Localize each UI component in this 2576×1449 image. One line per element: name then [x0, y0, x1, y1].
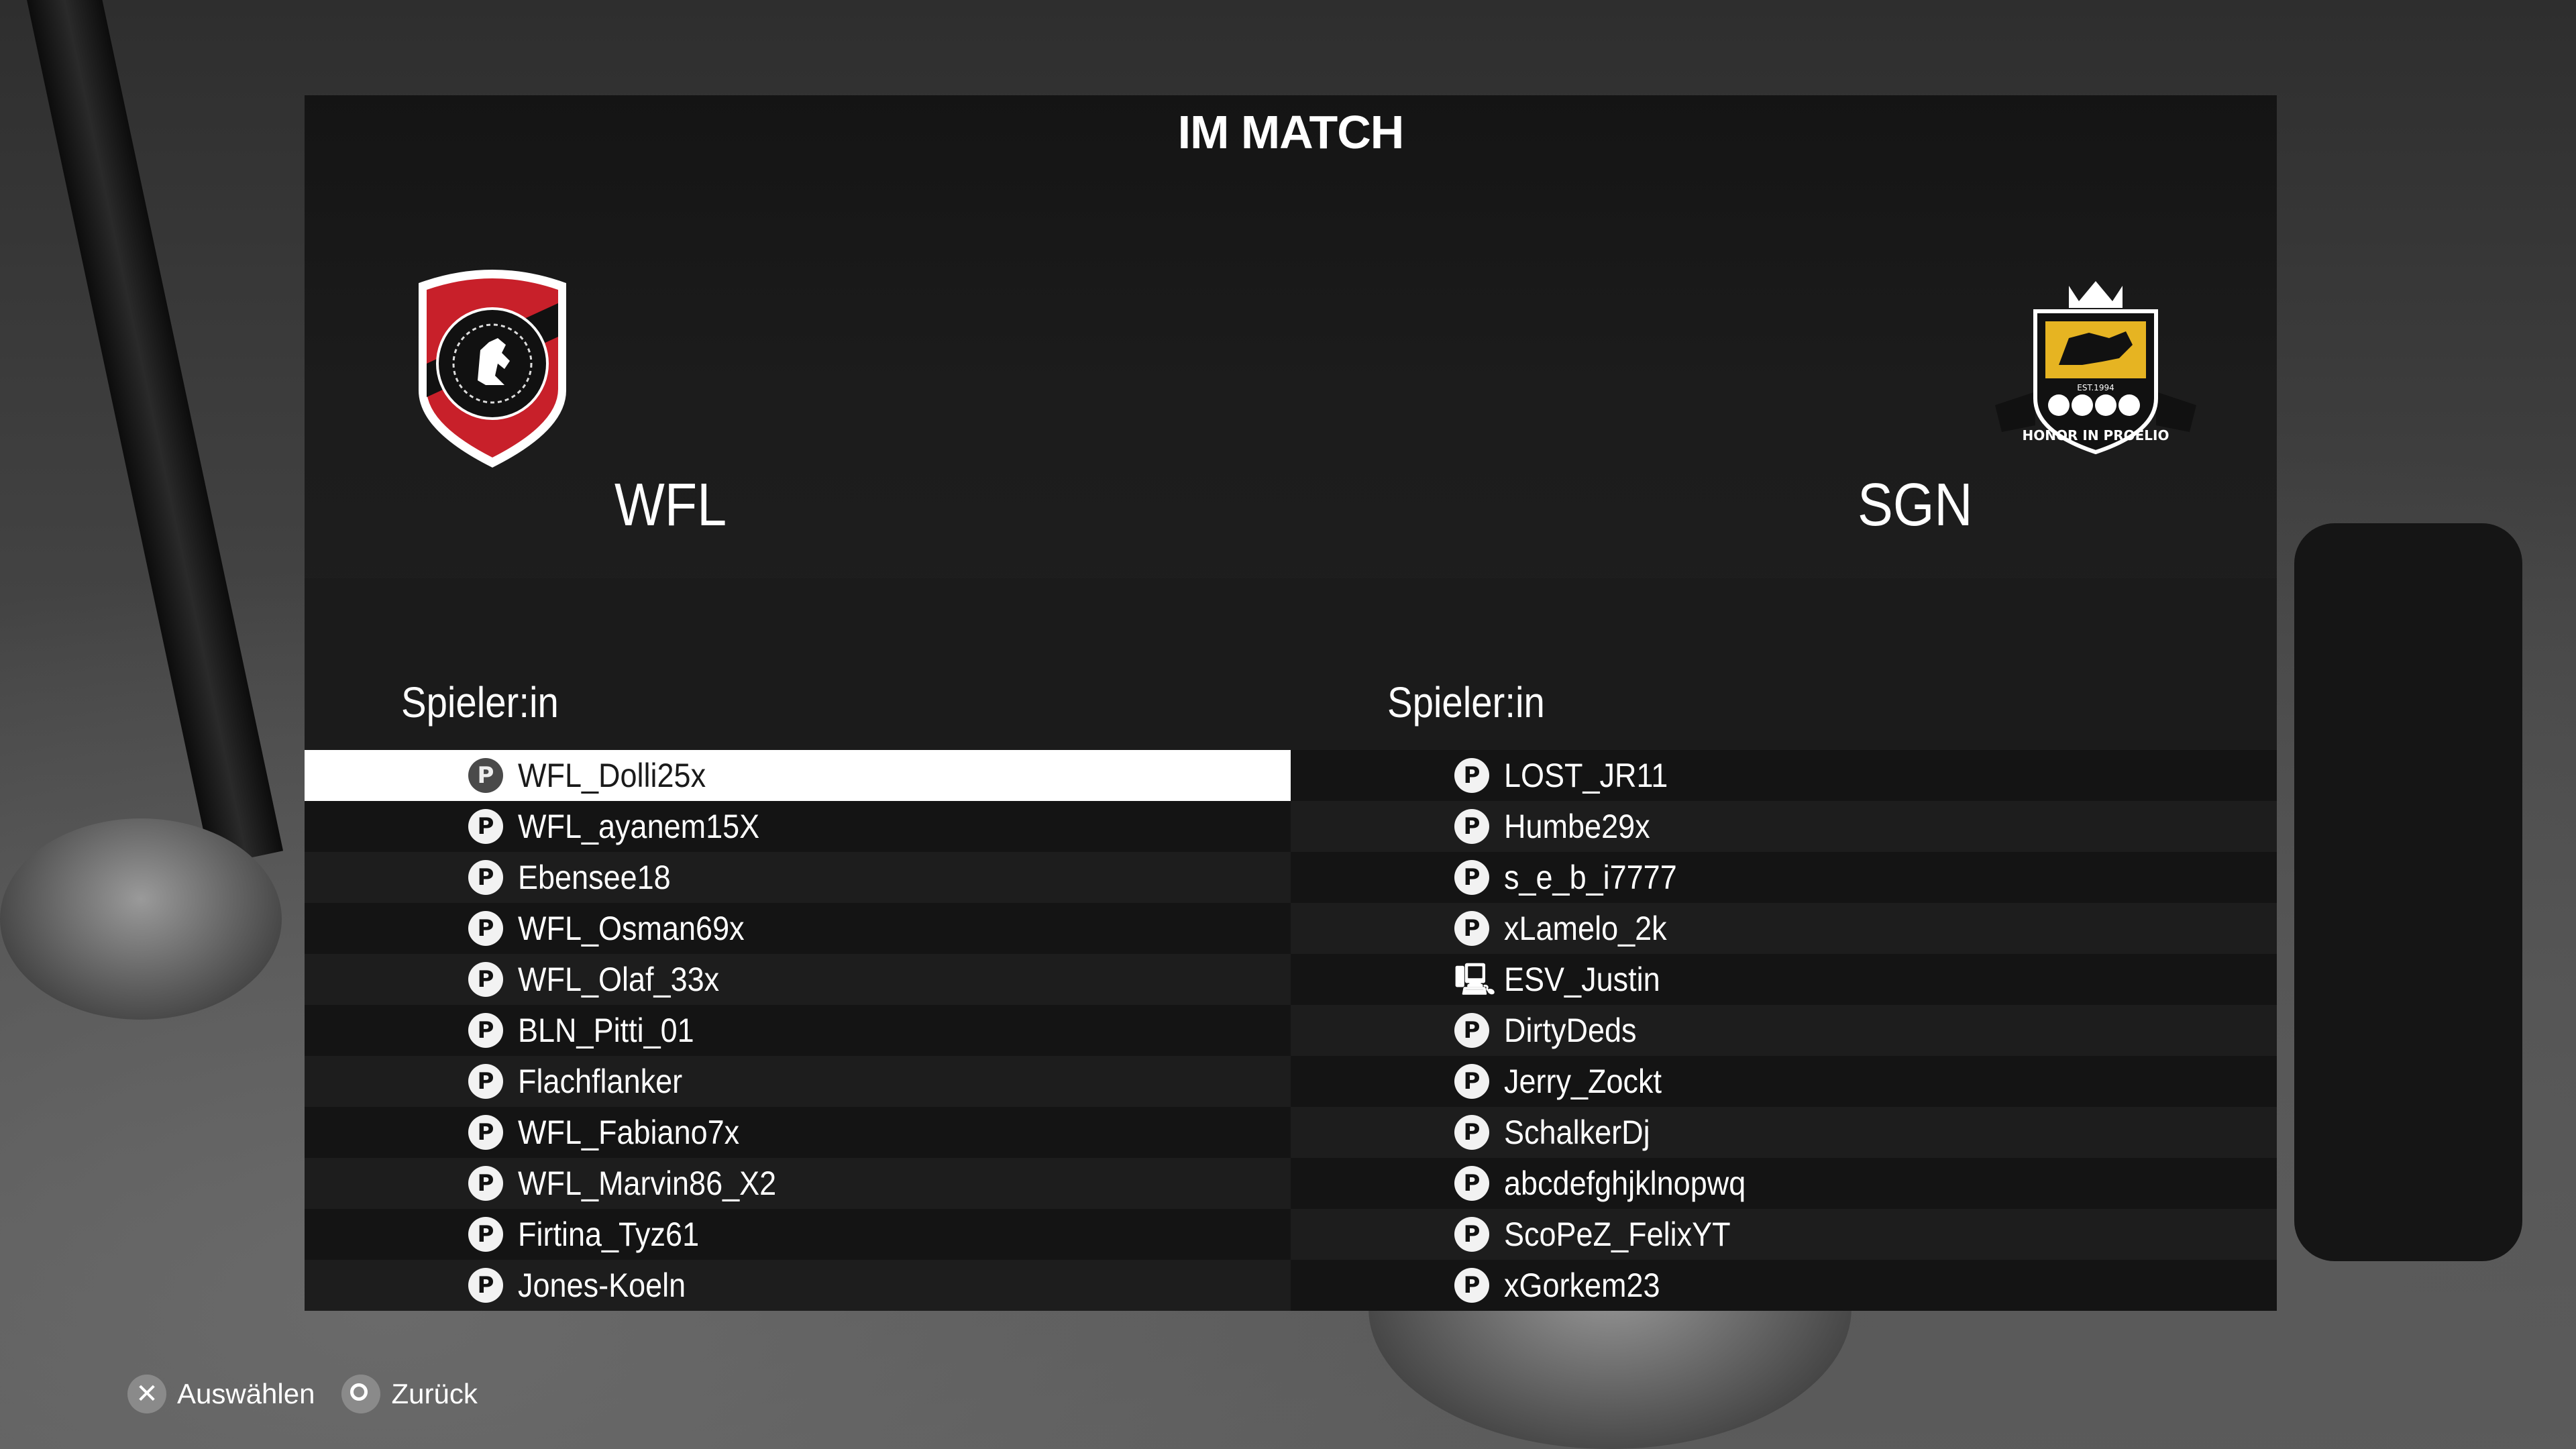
page-title: IM MATCH — [1177, 106, 1405, 158]
playstation-icon: P — [468, 1064, 503, 1099]
player-name: Jerry_Zockt — [1504, 1063, 1662, 1100]
player-name: WFL_Osman69x — [518, 910, 745, 947]
circle-button-icon — [341, 1375, 381, 1413]
playstation-icon: P — [1454, 1064, 1489, 1099]
away-crest-icon: EST.1994 HONOR IN PROELIO — [1995, 281, 2196, 455]
playstation-icon: P — [1454, 911, 1489, 946]
home-player-row[interactable]: P WFL_Olaf_33x — [305, 954, 1291, 1005]
playstation-icon: P — [468, 809, 503, 844]
player-name: Jones-Koeln — [518, 1267, 686, 1304]
playstation-icon: P — [1454, 860, 1489, 895]
player-name: WFL_Marvin86_X2 — [518, 1165, 777, 1202]
player-name: Ebensee18 — [518, 859, 671, 896]
player-name: abcdefghjklnopwq — [1504, 1165, 1746, 1202]
away-player-row[interactable]: 🖳 ESV_Justin — [1291, 954, 2277, 1005]
away-player-row[interactable]: Pabcdefghjklnopwq — [1291, 1158, 2277, 1209]
home-player-list: P WFL_Dolli25x P WFL_ayanem15X P Ebensee18 … — [305, 750, 1291, 1311]
player-name: Humbe29x — [1504, 808, 1650, 845]
player-name: s_e_b_i7777 — [1504, 859, 1677, 896]
home-player-row[interactable]: P WFL_Osman69x — [305, 903, 1291, 954]
player-name: WFL_Dolli25x — [518, 757, 706, 794]
back-hint[interactable]: Zurück — [341, 1375, 478, 1413]
pc-icon: 🖳 — [1454, 961, 1496, 998]
home-crest-icon — [419, 270, 566, 468]
playstation-icon: P — [468, 1268, 503, 1303]
bg-bag — [2294, 523, 2522, 1261]
home-player-row[interactable]: P Firtina_Tyz61 — [305, 1209, 1291, 1260]
playstation-icon: P — [468, 1115, 503, 1150]
playstation-icon: P — [468, 911, 503, 946]
away-player-row[interactable]: Ps_e_b_i7777 — [1291, 852, 2277, 903]
home-player-row[interactable]: P WFL_Fabiano7x — [305, 1107, 1291, 1158]
playstation-icon: P — [1454, 1268, 1489, 1303]
playstation-icon: P — [468, 860, 503, 895]
away-player-row[interactable]: P Jerry_Zockt — [1291, 1056, 2277, 1107]
away-player-row[interactable]: P LOST_JR11 — [1291, 750, 2277, 801]
home-player-row[interactable]: P Ebensee18 — [305, 852, 1291, 903]
player-name: Firtina_Tyz61 — [518, 1216, 700, 1253]
home-player-row[interactable]: P Flachflanker — [305, 1056, 1291, 1107]
playstation-icon: P — [468, 1166, 503, 1201]
playstation-icon: P — [468, 962, 503, 997]
home-column-header: Spieler:in — [401, 678, 559, 727]
player-name: BLN_Pitti_01 — [518, 1012, 694, 1049]
home-player-row[interactable]: P WFL_Marvin86_X2 — [305, 1158, 1291, 1209]
player-name: Flachflanker — [518, 1063, 683, 1100]
away-team-name: SGN — [1858, 472, 1973, 539]
playstation-icon: P — [1454, 1166, 1489, 1201]
away-player-row[interactable]: PxLamelo_2k — [1291, 903, 2277, 954]
playstation-icon: P — [468, 758, 503, 793]
player-name: LOST_JR11 — [1504, 757, 1668, 794]
player-name: SchalkerDj — [1504, 1114, 1650, 1151]
away-player-list: P LOST_JR11 P Humbe29x Ps_e_b_i7777 PxLame… — [1291, 750, 2277, 1311]
player-name: ScoPeZ_FelixYT — [1504, 1216, 1731, 1253]
player-name: DirtyDeds — [1504, 1012, 1637, 1049]
away-player-row[interactable]: PxGorkem23 — [1291, 1260, 2277, 1311]
back-hint-label: Zurück — [391, 1378, 478, 1409]
player-name: xLamelo_2k — [1504, 910, 1667, 947]
button-hints: ✕ Auswählen Zurück — [127, 1368, 504, 1419]
home-player-row[interactable]: P WFL_Dolli25x — [305, 750, 1291, 801]
select-hint[interactable]: ✕ Auswählen — [127, 1375, 315, 1413]
away-player-row[interactable]: P DirtyDeds — [1291, 1005, 2277, 1056]
home-team-name: WFL — [614, 472, 727, 539]
playstation-icon: P — [1454, 1217, 1489, 1252]
away-player-row[interactable]: P SchalkerDj — [1291, 1107, 2277, 1158]
playstation-icon: P — [1454, 1013, 1489, 1048]
bg-pole-left — [27, 0, 284, 867]
bg-base-left — [0, 818, 282, 1020]
player-name: WFL_Fabiano7x — [518, 1114, 740, 1151]
cross-button-icon: ✕ — [127, 1375, 166, 1413]
playstation-icon: P — [1454, 758, 1489, 793]
select-hint-label: Auswählen — [177, 1378, 315, 1409]
home-player-row[interactable]: P WFL_ayanem15X — [305, 801, 1291, 852]
playstation-icon: P — [468, 1217, 503, 1252]
player-name: WFL_ayanem15X — [518, 808, 760, 845]
home-player-row[interactable]: P Jones-Koeln — [305, 1260, 1291, 1311]
player-name: ESV_Justin — [1504, 961, 1660, 998]
away-crest-motto: HONOR IN PROELIO — [2023, 427, 2169, 443]
away-player-row[interactable]: P Humbe29x — [1291, 801, 2277, 852]
player-name: xGorkem23 — [1504, 1267, 1660, 1304]
away-column-header: Spieler:in — [1387, 678, 1545, 727]
away-crest-year: EST.1994 — [2077, 383, 2114, 392]
playstation-icon: P — [1454, 809, 1489, 844]
playstation-icon: P — [468, 1013, 503, 1048]
away-player-row[interactable]: P ScoPeZ_FelixYT — [1291, 1209, 2277, 1260]
match-panel: IM MATCH WFL EST.1994 HONOR IN PROELIO S… — [305, 95, 2277, 1311]
home-player-row[interactable]: P BLN_Pitti_01 — [305, 1005, 1291, 1056]
playstation-icon: P — [1454, 1115, 1489, 1150]
player-name: WFL_Olaf_33x — [518, 961, 720, 998]
